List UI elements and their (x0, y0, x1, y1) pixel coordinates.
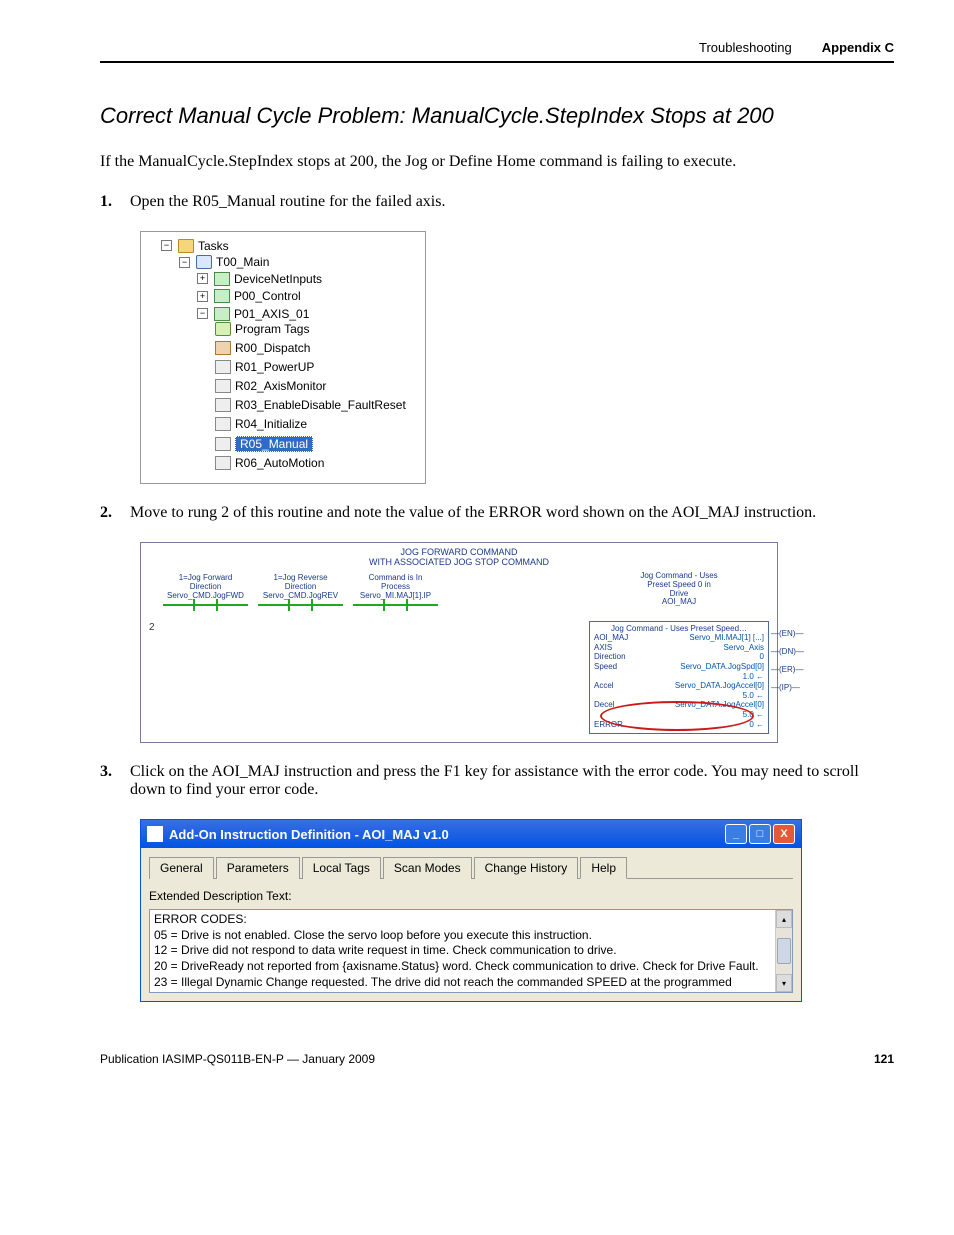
error-code-line: 12 = Drive did not respond to data write… (154, 943, 771, 959)
close-button[interactable]: X (773, 824, 795, 844)
tree-routine[interactable]: R05_Manual (215, 436, 313, 452)
publication-info: Publication IASIMP-QS011B-EN-P — January… (100, 1052, 375, 1066)
aoi-row: AXISServo_Axis (594, 643, 764, 653)
tree-routine[interactable]: R03_EnableDisable_FaultReset (215, 398, 406, 412)
aoi-row: 5.0 ← (594, 691, 764, 701)
rung-number: 2 (149, 572, 163, 633)
routine-icon (215, 379, 231, 393)
tab-change-history[interactable]: Change History (474, 857, 579, 879)
step-1: 1. Open the R05_Manual routine for the f… (100, 193, 894, 211)
task-icon (196, 255, 212, 269)
ladder-contact: 1=Jog ForwardDirectionServo_CMD.JogFWD (163, 574, 248, 606)
header-appendix: Appendix C (822, 40, 894, 55)
tab-general[interactable]: General (149, 857, 214, 879)
routine-icon (215, 437, 231, 451)
tree-routine[interactable]: R04_Initialize (215, 417, 307, 431)
aoi-row: AOI_MAJServo_MI.MAJ[1] [...] (594, 633, 764, 643)
step-text: Click on the AOI_MAJ instruction and pre… (130, 763, 894, 799)
ladder-panel: JOG FORWARD COMMAND WITH ASSOCIATED JOG … (140, 542, 778, 744)
routine-icon (215, 398, 231, 412)
ladder-contact: Command is InProcessServo_MI.MAJ[1].IP (353, 574, 438, 606)
tree-routine[interactable]: Program Tags (215, 322, 309, 336)
aoi-row: ERROR0 ← (594, 720, 764, 730)
tab-local-tags[interactable]: Local Tags (302, 857, 381, 879)
error-code-line: 20 = DriveReady not reported from {axisn… (154, 959, 771, 975)
error-code-line: ERROR CODES: (154, 912, 771, 928)
help-window: Add-On Instruction Definition - AOI_MAJ … (140, 819, 802, 1002)
routine-icon (215, 456, 231, 470)
aoi-pin: —(DN)— (771, 646, 804, 658)
window-title: Add-On Instruction Definition - AOI_MAJ … (169, 827, 449, 842)
step-2: 2. Move to rung 2 of this routine and no… (100, 504, 894, 522)
program-icon (214, 307, 230, 321)
routine-icon (215, 341, 231, 355)
aoi-caption-1: Jog Command - Uses (640, 571, 717, 580)
routine-icon (215, 417, 231, 431)
tree-program[interactable]: − P01_AXIS_01 (197, 307, 309, 321)
tree-root-tasks[interactable]: − Tasks (161, 239, 229, 253)
ladder-contact: 1=Jog ReverseDirectionServo_CMD.JogREV (258, 574, 343, 606)
tree-routine[interactable]: R02_AxisMonitor (215, 379, 326, 393)
tree-routine[interactable]: R06_AutoMotion (215, 456, 324, 470)
error-code-line: 05 = Drive is not enabled. Close the ser… (154, 928, 771, 944)
maximize-button[interactable]: □ (749, 824, 771, 844)
routine-icon (215, 360, 231, 374)
aoi-instruction-block[interactable]: Jog Command - Uses Preset Speed… AOI_MAJ… (589, 621, 769, 734)
folder-icon (178, 239, 194, 253)
ladder-title-2: WITH ASSOCIATED JOG STOP COMMAND (369, 557, 549, 567)
program-icon (214, 289, 230, 303)
tree-task[interactable]: − T00_Main (179, 255, 269, 269)
aoi-pin: —(IP)— (771, 682, 804, 694)
aoi-row: AccelServo_DATA.JogAccel[0] (594, 681, 764, 691)
tab-strip: GeneralParametersLocal TagsScan ModesCha… (149, 856, 793, 879)
aoi-row: 1.0 ← (594, 672, 764, 682)
aoi-caption-3: Drive (670, 589, 689, 598)
step-number: 3. (100, 763, 120, 799)
aoi-pin: —(EN)— (771, 628, 804, 640)
scroll-thumb[interactable] (777, 938, 791, 964)
aoi-row: 5.0 ← (594, 710, 764, 720)
intro-paragraph: If the ManualCycle.StepIndex stops at 20… (100, 153, 894, 171)
minimize-button[interactable]: _ (725, 824, 747, 844)
step-text: Move to rung 2 of this routine and note … (130, 504, 894, 522)
description-textbox[interactable]: ERROR CODES:05 = Drive is not enabled. C… (149, 909, 793, 993)
page-footer: Publication IASIMP-QS011B-EN-P — January… (100, 1052, 894, 1066)
aoi-pin: —(ER)— (771, 664, 804, 676)
aoi-row: DecelServo_DATA.JogAccel[0] (594, 700, 764, 710)
tree-panel: − Tasks − T00_Main + DeviceNetInputs + P00_… (140, 231, 426, 484)
error-code-line: 23 = Illegal Dynamic Change requested. T… (154, 975, 771, 991)
step-number: 2. (100, 504, 120, 522)
step-number: 1. (100, 193, 120, 211)
tab-scan-modes[interactable]: Scan Modes (383, 857, 472, 879)
page-number: 121 (874, 1052, 894, 1066)
description-label: Extended Description Text: (149, 889, 793, 903)
tree-program[interactable]: + DeviceNetInputs (197, 272, 322, 286)
ladder-title-1: JOG FORWARD COMMAND (401, 547, 518, 557)
routine-icon (215, 322, 231, 336)
tab-help[interactable]: Help (580, 857, 627, 879)
tab-parameters[interactable]: Parameters (216, 857, 300, 879)
aoi-row: Direction0 (594, 652, 764, 662)
page-header: Troubleshooting Appendix C (100, 40, 894, 63)
aoi-caption-2: Preset Speed 0 in (647, 580, 711, 589)
scrollbar[interactable]: ▴ ▾ (775, 910, 792, 992)
header-section: Troubleshooting (699, 40, 792, 55)
aoi-header: AOI_MAJ (662, 597, 696, 606)
tree-program[interactable]: + P00_Control (197, 289, 301, 303)
step-text: Open the R05_Manual routine for the fail… (130, 193, 894, 211)
page-title: Correct Manual Cycle Problem: ManualCycl… (100, 103, 894, 129)
scroll-down-button[interactable]: ▾ (776, 974, 792, 992)
aoi-row: SpeedServo_DATA.JogSpd[0] (594, 662, 764, 672)
aoi-subtitle: Jog Command - Uses Preset Speed… (594, 624, 764, 633)
scroll-up-button[interactable]: ▴ (776, 910, 792, 928)
tree-routine[interactable]: R00_Dispatch (215, 341, 310, 355)
step-3: 3. Click on the AOI_MAJ instruction and … (100, 763, 894, 799)
window-titlebar[interactable]: Add-On Instruction Definition - AOI_MAJ … (141, 820, 801, 848)
app-icon (147, 826, 163, 842)
tree-routine[interactable]: R01_PowerUP (215, 360, 314, 374)
program-icon (214, 272, 230, 286)
